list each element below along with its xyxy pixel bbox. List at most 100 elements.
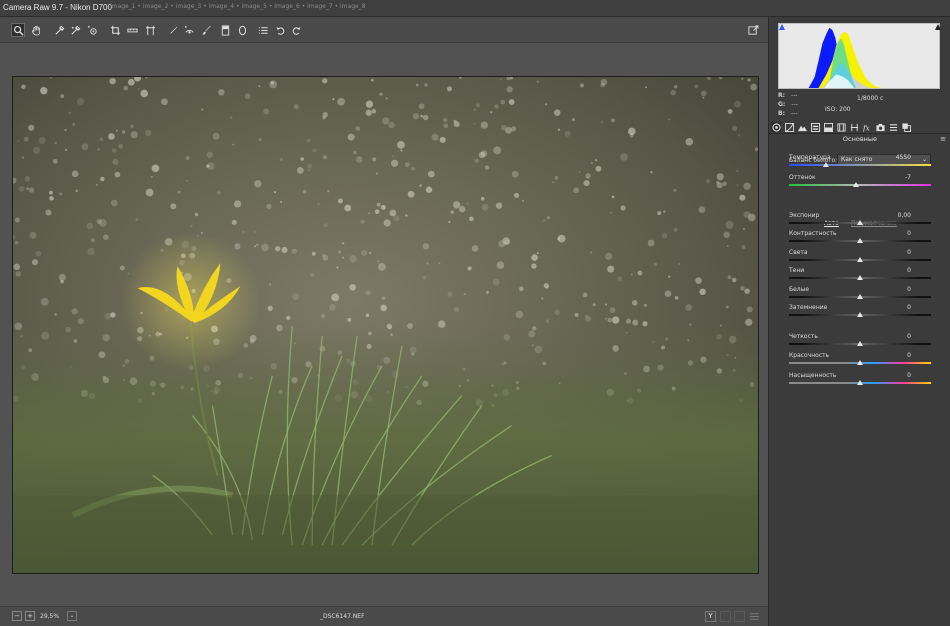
- slider-thumb[interactable]: [857, 341, 863, 346]
- highlight-clipping-icon[interactable]: [935, 24, 941, 30]
- slider-value[interactable]: -7: [905, 174, 911, 181]
- slider-thumb[interactable]: [857, 275, 863, 280]
- radial-filter-tool[interactable]: [235, 23, 249, 37]
- slider-value[interactable]: 0: [907, 267, 911, 274]
- rotate-left-button[interactable]: [273, 23, 287, 37]
- white-balance-tool[interactable]: [52, 23, 66, 37]
- transform-tool[interactable]: [143, 23, 157, 37]
- slider-blacks[interactable]: Затемнение 0: [789, 304, 931, 322]
- slider-label: Температура: [789, 154, 831, 161]
- title-bar: Camera Raw 9.7 - Nikon D700 image_1 • im…: [0, 0, 950, 17]
- rotate-cw-icon: [292, 26, 301, 35]
- preferences-button[interactable]: [256, 23, 270, 37]
- slider-label: Тени: [789, 267, 805, 274]
- shadow-clipping-icon[interactable]: [779, 24, 785, 30]
- slider-track[interactable]: [789, 184, 931, 186]
- svg-text:fx: fx: [863, 123, 870, 131]
- slider-label: Белые: [789, 286, 810, 293]
- crop-tool[interactable]: [108, 23, 122, 37]
- slider-saturation[interactable]: Насыщенность 0: [789, 372, 931, 390]
- slider-value[interactable]: 0: [907, 352, 911, 359]
- slider-contrast[interactable]: Контрастность 0: [789, 230, 931, 248]
- targeted-adjustment-tool[interactable]: [85, 23, 99, 37]
- slider-thumb[interactable]: [852, 182, 859, 187]
- hsl-icon: [810, 122, 820, 132]
- ellipse-icon: [238, 25, 246, 35]
- panel-menu-icon[interactable]: ≡: [940, 135, 946, 143]
- slider-thumb[interactable]: [857, 220, 863, 225]
- slider-vibrance[interactable]: Красочность 0: [789, 352, 931, 370]
- slider-temperature[interactable]: Температура 4550: [789, 154, 931, 172]
- slider-tint[interactable]: Оттенок -7: [789, 174, 931, 192]
- slider-thumb[interactable]: [857, 257, 863, 262]
- tab-transform[interactable]: [849, 122, 859, 132]
- adjustments-panel: R: --- G: --- B: --- 1/8000 с ISO: 200 fx О…: [768, 17, 950, 626]
- zoom-tool[interactable]: [11, 23, 25, 37]
- slider-label: Красочность: [789, 352, 830, 359]
- grid-icon: [850, 123, 858, 131]
- slider-thumb[interactable]: [857, 380, 863, 385]
- slider-thumb[interactable]: [857, 238, 863, 243]
- camera-icon: [875, 123, 885, 131]
- slider-highlights[interactable]: Света 0: [789, 249, 931, 267]
- slider-value[interactable]: 0: [907, 230, 911, 237]
- slider-thumb[interactable]: [857, 312, 863, 317]
- graduated-filter-tool[interactable]: [218, 23, 232, 37]
- zoom-dropdown[interactable]: ⌄: [67, 611, 77, 621]
- tab-tone-curve[interactable]: [784, 122, 794, 132]
- slider-value[interactable]: 0: [907, 372, 911, 379]
- slider-thumb[interactable]: [857, 294, 863, 299]
- readout-b: B: ---: [778, 110, 798, 117]
- hand-icon: [31, 25, 40, 35]
- sampler-icon: [70, 25, 80, 35]
- photo-preview[interactable]: [12, 76, 759, 574]
- slider-value[interactable]: 0: [907, 286, 911, 293]
- slider-exposure[interactable]: Экспонир 0,00: [789, 212, 931, 230]
- red-eye-tool[interactable]: [182, 23, 196, 37]
- hand-tool[interactable]: [29, 23, 43, 37]
- straighten-tool[interactable]: [125, 23, 139, 37]
- tab-camera-calibration[interactable]: [875, 122, 885, 132]
- eyedropper-icon: [54, 25, 64, 35]
- preview-area[interactable]: [0, 43, 768, 606]
- zoom-level: 29,5%: [40, 613, 60, 620]
- slider-value[interactable]: 0: [907, 249, 911, 256]
- file-name: _DSC6147.NEF: [320, 613, 365, 620]
- zoom-icon: [13, 25, 24, 36]
- rotate-right-button[interactable]: [289, 23, 303, 37]
- slider-value[interactable]: 4550: [896, 154, 911, 161]
- slider-thumb[interactable]: [857, 360, 863, 365]
- slider-value[interactable]: 0: [907, 333, 911, 340]
- slider-value[interactable]: 0,00: [898, 212, 911, 219]
- slider-track[interactable]: [789, 164, 931, 166]
- spot-removal-tool[interactable]: [166, 23, 180, 37]
- color-sampler-tool[interactable]: [68, 23, 82, 37]
- list-icon: [258, 26, 268, 34]
- tab-snapshots[interactable]: [901, 122, 911, 132]
- fullscreen-button[interactable]: [746, 23, 760, 37]
- tab-lens[interactable]: [836, 122, 846, 132]
- toggle-settings-button[interactable]: [749, 611, 760, 622]
- slider-shadows[interactable]: Тени 0: [789, 267, 931, 285]
- tab-detail[interactable]: [797, 122, 807, 132]
- adjustment-brush-tool[interactable]: [199, 23, 213, 37]
- slider-label: Контрастность: [789, 230, 837, 237]
- slider-value[interactable]: 0: [907, 304, 911, 311]
- copy-settings-button[interactable]: [734, 611, 745, 622]
- iso-value: ISO: 200: [825, 106, 851, 113]
- tab-effects[interactable]: fx: [862, 122, 872, 132]
- tab-basic[interactable]: [771, 122, 781, 132]
- tab-presets[interactable]: [888, 122, 898, 132]
- tab-split-toning[interactable]: [823, 122, 833, 132]
- swap-settings-button[interactable]: [720, 611, 731, 622]
- zoom-in-button[interactable]: +: [25, 611, 35, 621]
- rotate-ccw-icon: [275, 26, 284, 35]
- slider-clarity[interactable]: Четкость 0: [789, 333, 931, 351]
- zoom-out-button[interactable]: −: [12, 611, 22, 621]
- window-title: Camera Raw 9.7 - Nikon D700: [3, 3, 112, 12]
- tab-hsl[interactable]: [810, 122, 820, 132]
- slider-whites[interactable]: Белые 0: [789, 286, 931, 304]
- section-title: Основные: [842, 135, 878, 143]
- slider-thumb[interactable]: [822, 162, 829, 167]
- before-after-button[interactable]: Y: [705, 611, 716, 622]
